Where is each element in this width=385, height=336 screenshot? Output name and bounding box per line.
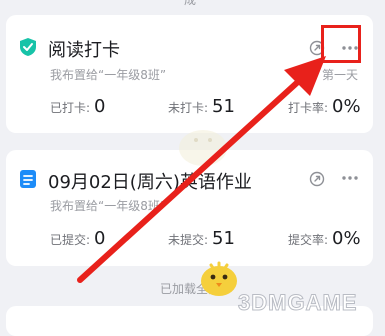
mascot-logo-icon <box>201 261 237 296</box>
highlight-box <box>321 25 361 63</box>
watermark-text: 3DMGAME <box>237 290 358 316</box>
